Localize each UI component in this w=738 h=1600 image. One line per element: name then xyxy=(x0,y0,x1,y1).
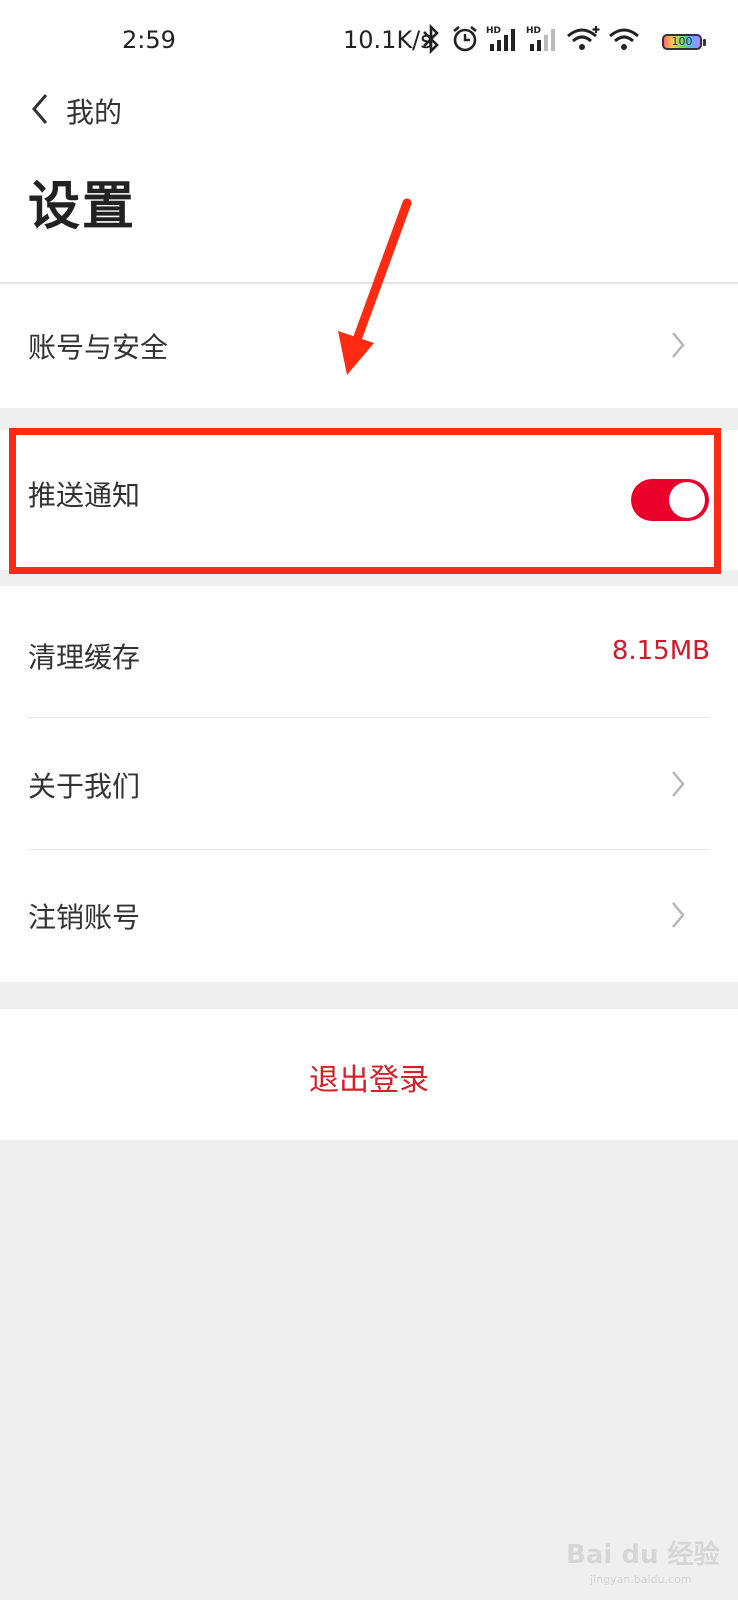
chevron-right-icon xyxy=(672,902,685,928)
svg-text:HD: HD xyxy=(526,26,541,36)
account-security-label: 账号与安全 xyxy=(28,331,169,364)
alarm-icon xyxy=(453,25,477,52)
settings-group: 清理缓存 8.15MB 关于我们 注销账号 xyxy=(0,586,738,982)
logout-label: 退出登录 xyxy=(309,1063,429,1098)
baidu-watermark: Bai du 经验 xyxy=(566,1540,720,1570)
battery-level: 100 xyxy=(671,35,693,48)
about-us-row[interactable]: 关于我们 xyxy=(0,718,738,849)
chevron-right-icon xyxy=(672,771,685,797)
battery-icon: 100 xyxy=(662,34,706,50)
page-title: 设置 xyxy=(28,177,137,237)
watermark-url: jingyan.baidu.com xyxy=(590,1573,692,1586)
signal-hd-icon: HD xyxy=(486,26,515,51)
annotation-arrow xyxy=(338,198,412,375)
logout-button[interactable]: 退出登录 xyxy=(0,1009,738,1140)
deregister-account-label: 注销账号 xyxy=(28,901,141,934)
status-bar: 2:59 10.1K/s HD HD 100 xyxy=(0,0,738,84)
status-time: 2:59 xyxy=(122,26,176,54)
svg-text:HD: HD xyxy=(486,26,501,36)
wifi-icon xyxy=(609,28,639,50)
annotation-highlight-box xyxy=(9,428,721,574)
cache-size-value: 8.15MB xyxy=(611,636,710,666)
back-chevron-icon[interactable] xyxy=(28,89,52,129)
about-us-label: 关于我们 xyxy=(28,770,141,803)
signal-hd-icon: HD xyxy=(526,26,555,51)
bluetooth-icon xyxy=(423,24,439,54)
wifi-plus-icon xyxy=(567,26,600,50)
clear-cache-label: 清理缓存 xyxy=(28,641,141,674)
clear-cache-row[interactable]: 清理缓存 8.15MB xyxy=(0,586,738,717)
back-button[interactable]: 我的 xyxy=(66,91,122,131)
deregister-account-row[interactable]: 注销账号 xyxy=(0,850,738,982)
chevron-right-icon xyxy=(672,332,685,358)
